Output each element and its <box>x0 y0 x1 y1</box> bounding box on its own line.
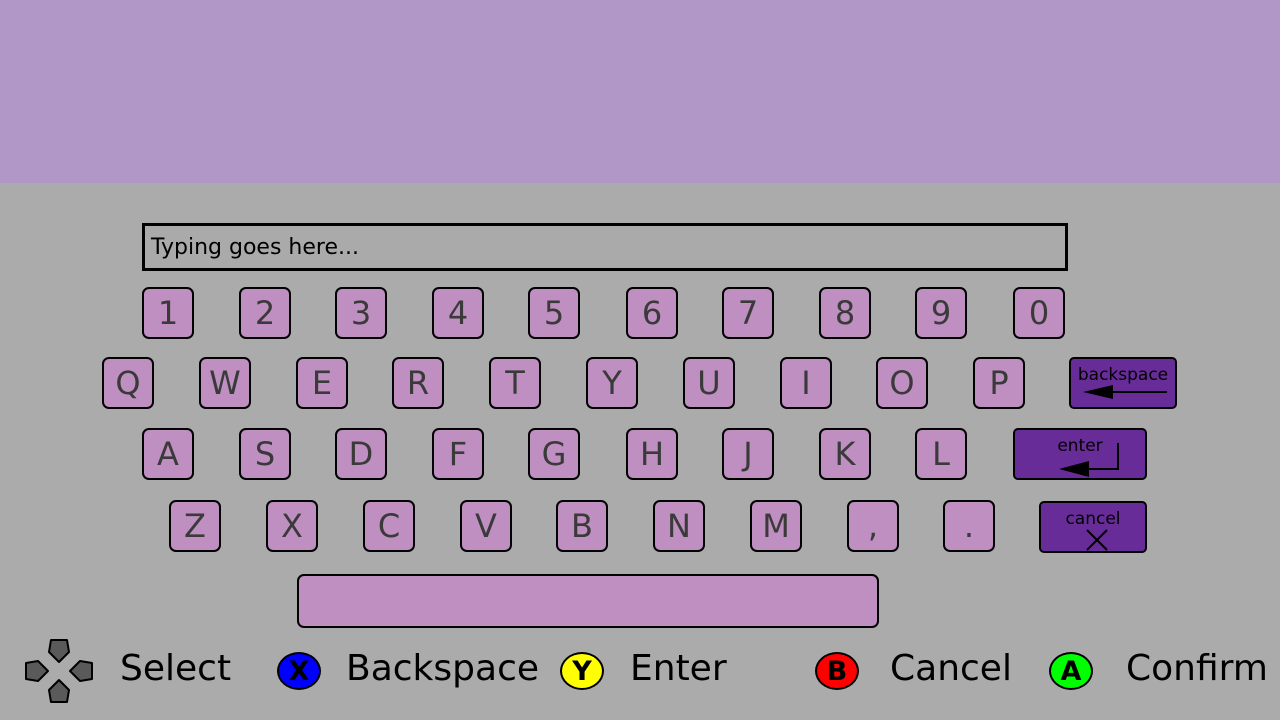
key-period[interactable]: . <box>943 500 995 552</box>
backspace-hint-label: Backspace <box>346 648 540 689</box>
key-comma[interactable]: , <box>847 500 899 552</box>
key-t[interactable]: T <box>489 357 541 409</box>
key-h[interactable]: H <box>626 428 678 480</box>
x-button-icon: X <box>277 652 321 690</box>
key-7[interactable]: 7 <box>722 287 774 339</box>
key-z[interactable]: Z <box>169 500 221 552</box>
key-v[interactable]: V <box>460 500 512 552</box>
left-arrow-icon <box>1083 385 1167 399</box>
key-y[interactable]: Y <box>586 357 638 409</box>
y-button-icon: Y <box>560 652 604 690</box>
key-w[interactable]: W <box>199 357 251 409</box>
cancel-key-label: cancel <box>1065 509 1121 529</box>
enter-return-icon <box>1059 443 1119 477</box>
space-key[interactable] <box>297 574 879 628</box>
select-hint-label: Select <box>120 648 232 689</box>
key-g[interactable]: G <box>528 428 580 480</box>
cancel-hint-label: Cancel <box>890 648 1012 689</box>
key-3[interactable]: 3 <box>335 287 387 339</box>
key-r[interactable]: R <box>392 357 444 409</box>
key-n[interactable]: N <box>653 500 705 552</box>
key-m[interactable]: M <box>750 500 802 552</box>
key-0[interactable]: 0 <box>1013 287 1065 339</box>
enter-key[interactable]: enter <box>1013 428 1147 480</box>
key-q[interactable]: Q <box>102 357 154 409</box>
key-6[interactable]: 6 <box>626 287 678 339</box>
key-p[interactable]: P <box>973 357 1025 409</box>
b-button-icon: B <box>815 652 859 690</box>
key-i[interactable]: I <box>780 357 832 409</box>
close-icon <box>1086 529 1108 551</box>
key-1[interactable]: 1 <box>142 287 194 339</box>
text-input-field[interactable]: Typing goes here... <box>142 223 1068 271</box>
key-5[interactable]: 5 <box>528 287 580 339</box>
dpad-icon <box>25 639 93 703</box>
backspace-key[interactable]: backspace <box>1069 357 1177 409</box>
key-l[interactable]: L <box>915 428 967 480</box>
key-a[interactable]: A <box>142 428 194 480</box>
key-e[interactable]: E <box>296 357 348 409</box>
enter-hint-label: Enter <box>630 648 727 689</box>
backspace-key-label: backspace <box>1077 365 1169 385</box>
a-button-icon: A <box>1049 652 1093 690</box>
key-8[interactable]: 8 <box>819 287 871 339</box>
key-4[interactable]: 4 <box>432 287 484 339</box>
key-c[interactable]: C <box>363 500 415 552</box>
key-d[interactable]: D <box>335 428 387 480</box>
key-f[interactable]: F <box>432 428 484 480</box>
key-9[interactable]: 9 <box>915 287 967 339</box>
cancel-key[interactable]: cancel <box>1039 501 1147 553</box>
key-u[interactable]: U <box>683 357 735 409</box>
text-input-placeholder: Typing goes here... <box>151 235 359 260</box>
key-o[interactable]: O <box>876 357 928 409</box>
key-2[interactable]: 2 <box>239 287 291 339</box>
confirm-hint-label: Confirm <box>1126 648 1268 689</box>
key-x[interactable]: X <box>266 500 318 552</box>
key-b[interactable]: B <box>556 500 608 552</box>
top-banner <box>0 0 1280 183</box>
key-s[interactable]: S <box>239 428 291 480</box>
key-j[interactable]: J <box>722 428 774 480</box>
key-k[interactable]: K <box>819 428 871 480</box>
